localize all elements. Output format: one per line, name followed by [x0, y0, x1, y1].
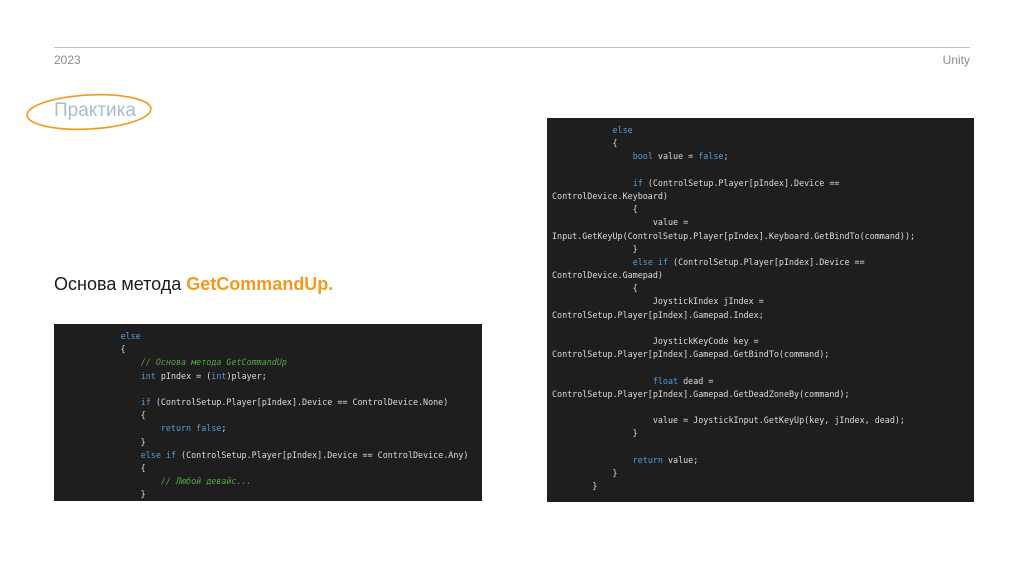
code-line: {	[552, 283, 638, 294]
code-line: }	[552, 243, 638, 254]
code-line: ControlSetup.Player[pIndex].Gamepad.GetD…	[552, 388, 850, 399]
code-line: {	[60, 410, 146, 421]
code-line: JoystickIndex jIndex =	[552, 296, 764, 307]
code-line: else if (ControlSetup.Player[pIndex].Dev…	[140, 449, 469, 460]
code-line: bool value = false;	[632, 151, 729, 162]
code-line: }	[60, 489, 146, 500]
code-line: ControlDevice.Keyboard)	[552, 190, 668, 201]
header-year: 2023	[54, 53, 81, 67]
code-line: ControlSetup.Player[pIndex].Gamepad.GetB…	[552, 349, 830, 360]
code-line: else	[120, 331, 141, 341]
code-line: ​	[552, 441, 974, 454]
code-line: value =	[552, 217, 689, 228]
section-heading-method: GetCommandUp.	[186, 274, 334, 294]
code-line: {	[60, 344, 126, 355]
section-heading: Основа метода GetCommandUp.	[54, 274, 333, 295]
code-line: ​	[552, 164, 974, 177]
code-line: ​	[552, 322, 974, 335]
code-line: }	[552, 467, 618, 478]
code-line: {	[552, 138, 618, 149]
code-line: int pIndex = (int)player;	[140, 370, 267, 381]
header-divider	[54, 47, 970, 48]
code-line: value = JoystickInput.GetKeyUp(key, jInd…	[552, 415, 905, 426]
code-line: JoystickKeyCode key =	[552, 336, 759, 346]
code-line: // Основа метода GetCommandUp	[140, 357, 287, 368]
page-title: Практика	[54, 100, 136, 121]
code-line: }	[60, 436, 146, 447]
code-line: return value;	[632, 454, 699, 465]
code-line: }	[552, 481, 598, 492]
section-heading-prefix: Основа метода	[54, 274, 187, 294]
code-line: ControlSetup.Player[pIndex].Gamepad.Inde…	[552, 309, 764, 320]
code-line: return false;	[160, 423, 227, 434]
code-block-left: else { // Основа метода GetCommandUp int…	[54, 324, 482, 501]
code-line: ​	[552, 401, 974, 414]
code-line: }	[552, 428, 638, 439]
code-line: ControlDevice.Gamepad)	[552, 270, 663, 281]
code-line: float dead =	[652, 375, 714, 386]
code-line: if (ControlSetup.Player[pIndex].Device =…	[632, 177, 840, 188]
code-line: else if (ControlSetup.Player[pIndex].Dev…	[632, 256, 865, 267]
code-block-right: else { bool value = false; ​ if (ControlS…	[547, 118, 974, 502]
code-line: if (ControlSetup.Player[pIndex].Device =…	[140, 396, 449, 407]
code-line: ​	[552, 361, 974, 374]
title-block: Практика	[24, 92, 154, 132]
code-line: {	[552, 204, 638, 215]
code-line: {	[60, 462, 146, 473]
code-line: // Любой девайс...	[160, 476, 252, 487]
code-line: ​	[60, 383, 482, 396]
code-line: else	[612, 125, 633, 135]
header-brand: Unity	[942, 53, 970, 67]
code-line: Input.GetKeyUp(ControlSetup.Player[pInde…	[552, 230, 916, 241]
